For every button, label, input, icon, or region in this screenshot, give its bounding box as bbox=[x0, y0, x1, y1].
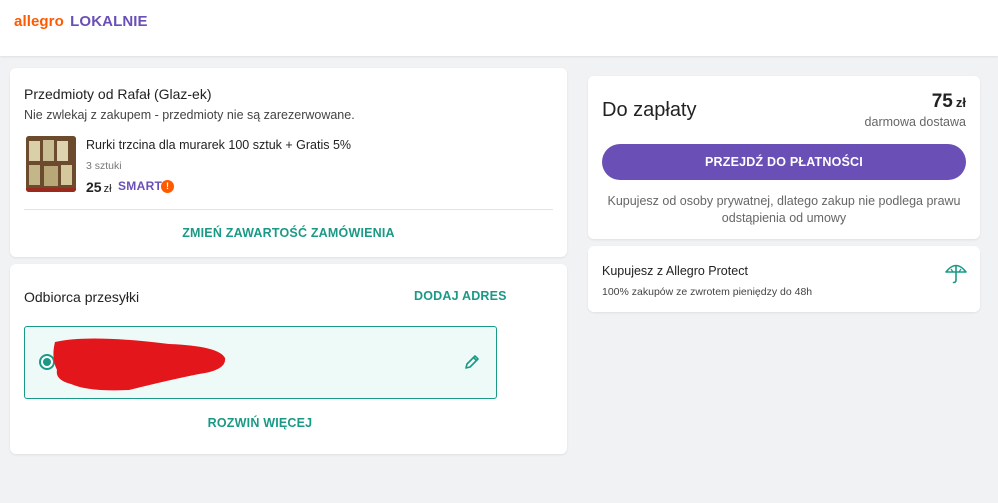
to-pay-title: Do zapłaty bbox=[602, 99, 697, 121]
redacted-address bbox=[53, 338, 226, 391]
item-price-value: 25 bbox=[86, 179, 102, 195]
top-bar: allegro LOKALNIE bbox=[0, 0, 998, 56]
payment-summary-card: Do zapłaty 75 zł darmowa dostawa PRZEJDŹ … bbox=[588, 76, 980, 239]
reservation-note: Nie zwlekaj z zakupem - przedmioty nie s… bbox=[24, 108, 355, 122]
pencil-icon[interactable] bbox=[463, 353, 481, 371]
item-title-link[interactable]: Rurki trzcina dla murarek 100 sztuk + Gr… bbox=[86, 138, 351, 152]
umbrella-icon bbox=[945, 264, 967, 284]
item-price: 25 zł bbox=[86, 179, 112, 195]
add-address-button[interactable]: DODAJ ADRES bbox=[414, 289, 507, 303]
protect-title: Kupujesz z Allegro Protect bbox=[602, 264, 748, 278]
total-amount-currency: zł bbox=[955, 95, 966, 110]
seller-items-card: Przedmioty od Rafał (Glaz-ek) Nie zwleka… bbox=[10, 68, 567, 257]
go-to-payment-button[interactable]: PRZEJDŹ DO PŁATNOŚCI bbox=[602, 144, 966, 180]
shipping-info: darmowa dostawa bbox=[864, 115, 966, 129]
address-option-selected[interactable] bbox=[24, 326, 497, 399]
item-thumbnail[interactable] bbox=[26, 136, 76, 192]
allegro-lokalnie-logo[interactable]: allegro LOKALNIE bbox=[14, 13, 148, 30]
item-thumbnail-image bbox=[26, 136, 76, 192]
card-divider bbox=[24, 209, 553, 210]
item-quantity: 3 sztuki bbox=[86, 160, 122, 172]
logo-lokalnie-text: LOKALNIE bbox=[70, 13, 148, 30]
smart-exclamation-icon[interactable]: ! bbox=[161, 180, 174, 193]
seller-title: Przedmioty od Rafał (Glaz-ek) bbox=[24, 86, 212, 102]
recipient-card: Odbiorca przesyłki DODAJ ADRES ROZWIŃ WI… bbox=[10, 264, 567, 454]
private-seller-note: Kupujesz od osoby prywatnej, dlatego zak… bbox=[607, 194, 961, 225]
allegro-protect-card[interactable]: Kupujesz z Allegro Protect 100% zakupów … bbox=[588, 246, 980, 312]
logo-allegro-text: allegro bbox=[14, 13, 64, 30]
item-price-currency: zł bbox=[103, 183, 112, 195]
protect-note: 100% zakupów ze zwrotem pieniędzy do 48h bbox=[602, 286, 813, 298]
total-amount: 75 zł bbox=[932, 91, 966, 113]
total-amount-value: 75 bbox=[931, 91, 953, 112]
expand-more-button[interactable]: ROZWIŃ WIĘCEJ bbox=[10, 416, 510, 430]
change-order-button[interactable]: ZMIEŃ ZAWARTOŚĆ ZAMÓWIENIA bbox=[10, 226, 567, 240]
smart-badge: SMART bbox=[118, 179, 163, 193]
recipient-title: Odbiorca przesyłki bbox=[24, 289, 140, 305]
